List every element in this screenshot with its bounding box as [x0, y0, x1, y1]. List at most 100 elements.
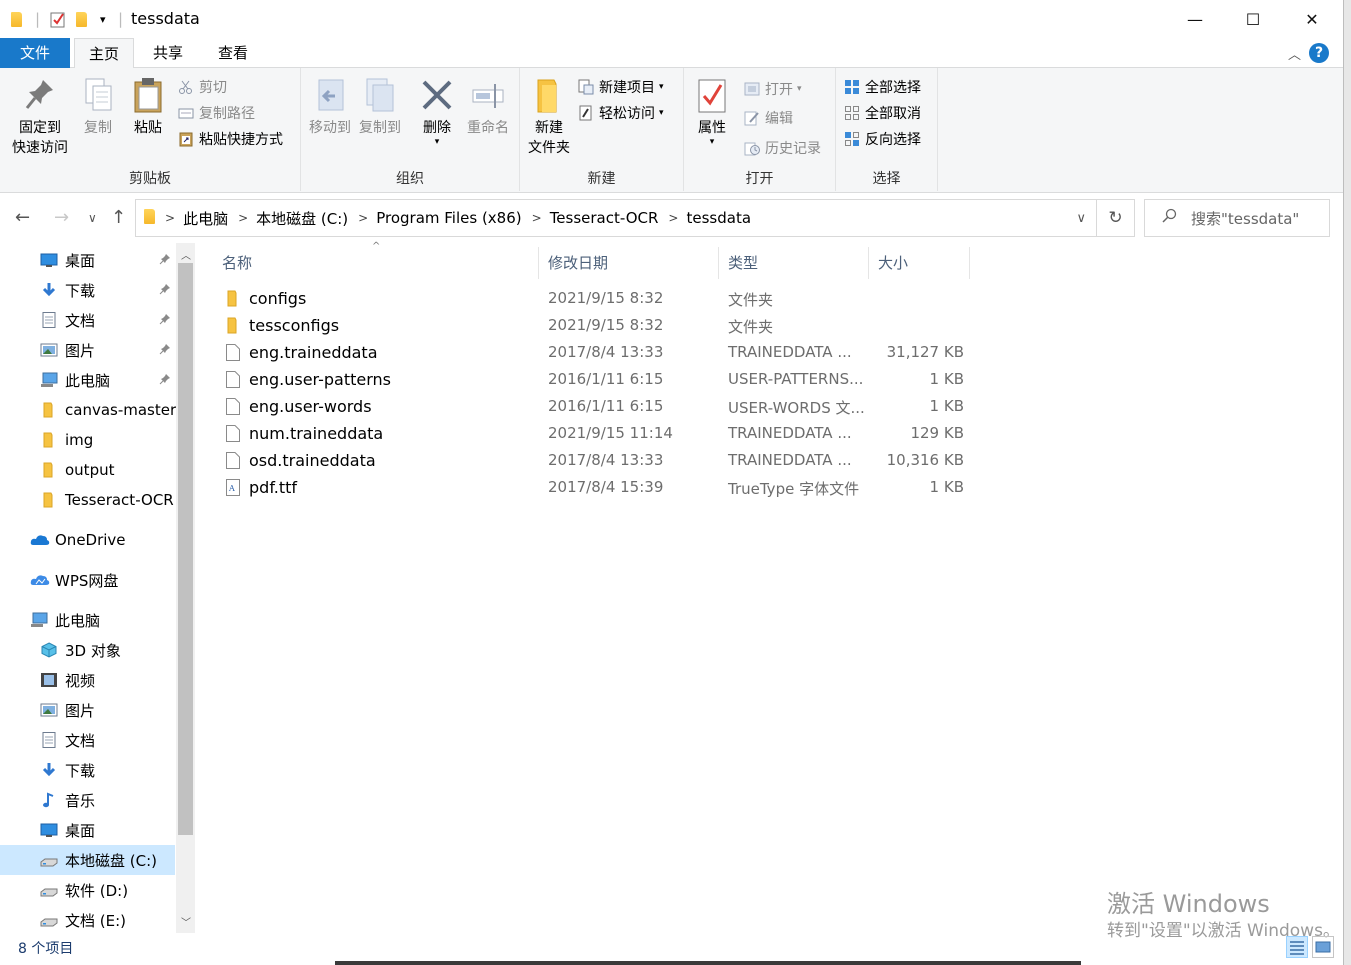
breadcrumb-separator[interactable]: > — [668, 211, 678, 225]
tab-file[interactable]: 文件 — [0, 38, 70, 68]
this-pc-item[interactable]: 文档 (E:) — [0, 905, 175, 935]
properties-dropdown-chevron-icon[interactable]: ▾ — [692, 138, 732, 147]
copy-button[interactable]: 复制 — [78, 76, 118, 138]
this-pc-item[interactable]: 下载 — [0, 755, 175, 785]
this-pc-item[interactable]: 视频 — [0, 665, 175, 695]
select-group-label: 选择 — [872, 171, 901, 187]
easy-access-button[interactable]: 轻松访问 ▾ — [578, 102, 664, 124]
file-row[interactable]: eng.user-patterns 2016/1/11 6:15 USER-PATT… — [220, 366, 980, 393]
quick-access-item[interactable]: 下载 — [0, 275, 175, 305]
search-input[interactable]: 搜索"tessdata" — [1144, 199, 1330, 237]
column-header-type[interactable]: 类型 — [728, 252, 758, 273]
file-row[interactable]: tessconfigs 2021/9/15 8:32 文件夹 — [220, 312, 980, 339]
new-folder-button[interactable]: 新建 文件夹 — [526, 76, 572, 158]
address-history-chevron-icon[interactable]: ∨ — [1076, 211, 1086, 226]
breadcrumb-separator[interactable]: > — [238, 211, 248, 225]
quick-access-item[interactable]: img — [0, 425, 175, 455]
paste-shortcut-button[interactable]: 粘贴快捷方式 — [178, 128, 283, 150]
forward-arrow-icon[interactable]: → — [54, 207, 69, 228]
column-divider[interactable] — [538, 247, 539, 279]
refresh-icon[interactable]: ↻ — [1096, 200, 1134, 236]
this-pc-item[interactable]: 本地磁盘 (C:) — [0, 845, 175, 875]
breadcrumb-tesseract-ocr[interactable]: Tesseract-OCR — [550, 209, 659, 227]
quick-access-item[interactable]: 桌面 — [0, 245, 175, 275]
tab-view[interactable]: 查看 — [204, 38, 262, 68]
file-row[interactable]: eng.user-words 2016/1/11 6:15 USER-WORDS 文… — [220, 393, 980, 420]
breadcrumb-separator[interactable]: > — [358, 211, 368, 225]
invert-selection-button[interactable]: 反向选择 — [844, 128, 921, 150]
breadcrumb-program-files-x86[interactable]: Program Files (x86) — [376, 209, 521, 227]
file-row[interactable]: configs 2021/9/15 8:32 文件夹 — [220, 285, 980, 312]
cut-button[interactable]: 剪切 — [178, 76, 227, 98]
maximize-button[interactable]: ☐ — [1224, 0, 1282, 38]
qa-customize-chevron-icon[interactable]: ▾ — [100, 9, 106, 29]
address-bar[interactable]: > 此电脑 > 本地磁盘 (C:) > Program Files (x86) … — [135, 199, 1135, 237]
nav-scrollbar[interactable]: ︿ ﹀ — [176, 243, 195, 933]
file-date: 2021/9/15 8:32 — [548, 316, 664, 334]
quick-access-item[interactable]: output — [0, 455, 175, 485]
properties-button[interactable]: 属性 ▾ — [692, 76, 732, 147]
breadcrumb-local-disk-c[interactable]: 本地磁盘 (C:) — [256, 208, 348, 229]
up-arrow-icon[interactable]: ↑ — [111, 207, 126, 228]
quick-access-item[interactable]: Tesseract-OCR — [0, 485, 175, 515]
column-divider[interactable] — [868, 247, 869, 279]
column-header-date[interactable]: 修改日期 — [548, 252, 608, 273]
tab-share[interactable]: 共享 — [140, 38, 196, 68]
this-pc-item[interactable]: 桌面 — [0, 815, 175, 845]
recent-locations-chevron-icon[interactable]: ∨ — [88, 211, 97, 225]
scroll-down-arrow-icon[interactable]: ﹀ — [181, 914, 191, 929]
select-all-button[interactable]: 全部选择 — [844, 76, 921, 98]
properties-check-icon[interactable] — [50, 9, 66, 29]
nav-item-onedrive[interactable]: OneDrive — [0, 525, 175, 555]
column-header-name[interactable]: 名称 — [222, 252, 252, 273]
paste-button[interactable]: 粘贴 — [128, 76, 168, 138]
breadcrumb-tessdata[interactable]: tessdata — [686, 209, 751, 227]
quick-access-item[interactable]: 图片 — [0, 335, 175, 365]
title-bar: | ▾ | tessdata — ☐ ✕ — [0, 0, 1343, 38]
quick-access-item[interactable]: 此电脑 — [0, 365, 175, 395]
minimize-button[interactable]: — — [1166, 0, 1224, 38]
file-row[interactable]: Apdf.ttf 2017/8/4 15:39 TrueType 字体文件 1 KB — [220, 474, 980, 501]
this-pc-item[interactable]: 软件 (D:) — [0, 875, 175, 905]
tab-home[interactable]: 主页 — [74, 38, 134, 69]
quick-access-item[interactable]: canvas-master — [0, 395, 176, 425]
this-pc-item[interactable]: 3D 对象 — [0, 635, 175, 665]
select-none-button[interactable]: 全部取消 — [844, 102, 921, 124]
column-divider[interactable] — [969, 247, 970, 279]
breadcrumb-separator[interactable]: > — [532, 211, 542, 225]
help-button[interactable]: ? — [1309, 43, 1329, 63]
copy-path-button[interactable]: 复制路径 — [178, 102, 255, 124]
breadcrumb-separator[interactable]: > — [165, 211, 175, 225]
move-to-button[interactable]: 移动到 — [306, 76, 354, 138]
this-pc-item[interactable]: 音乐 — [0, 785, 175, 815]
new-item-button[interactable]: 新建项目 ▾ — [578, 76, 664, 98]
pin-to-quick-access-button[interactable]: 固定到 快速访问 — [6, 76, 74, 158]
back-arrow-icon[interactable]: ← — [15, 207, 30, 228]
copy-to-button[interactable]: 复制到 — [356, 76, 404, 138]
nav-item-label: output — [65, 461, 115, 479]
new-folder-qa-icon[interactable] — [76, 9, 87, 29]
file-row[interactable]: num.traineddata 2021/9/15 11:14 TRAINEDDAT… — [220, 420, 980, 447]
large-icons-view-button[interactable] — [1312, 936, 1334, 958]
details-view-button[interactable] — [1286, 936, 1308, 958]
this-pc-item[interactable]: 文档 — [0, 725, 175, 755]
file-row[interactable]: eng.traineddata 2017/8/4 13:33 TRAINEDDATA… — [220, 339, 980, 366]
close-button[interactable]: ✕ — [1283, 0, 1341, 38]
breadcrumb-this-pc[interactable]: 此电脑 — [183, 208, 228, 229]
nav-item-this-pc[interactable]: 此电脑 — [0, 605, 175, 635]
this-pc-item[interactable]: 图片 — [0, 695, 175, 725]
delete-button[interactable]: 删除 ▾ — [417, 76, 457, 147]
scroll-up-arrow-icon[interactable]: ︿ — [181, 247, 191, 262]
column-divider[interactable] — [718, 247, 719, 279]
column-header-size[interactable]: 大小 — [878, 252, 908, 273]
rename-button[interactable]: 重命名 — [463, 76, 513, 138]
nav-item-wps[interactable]: WPS网盘 — [0, 565, 175, 595]
file-row[interactable]: osd.traineddata 2017/8/4 13:33 TRAINEDDATA… — [220, 447, 980, 474]
quick-access-item[interactable]: 文档 — [0, 305, 175, 335]
collapse-ribbon-chevron-icon[interactable]: ︿ — [1288, 44, 1301, 63]
delete-dropdown-chevron-icon[interactable]: ▾ — [417, 138, 457, 147]
edit-button[interactable]: 编辑 — [744, 107, 793, 129]
open-button[interactable]: 打开 ▾ — [744, 78, 802, 100]
nav-scroll-thumb[interactable] — [178, 263, 193, 835]
history-button[interactable]: 历史记录 — [744, 137, 821, 159]
